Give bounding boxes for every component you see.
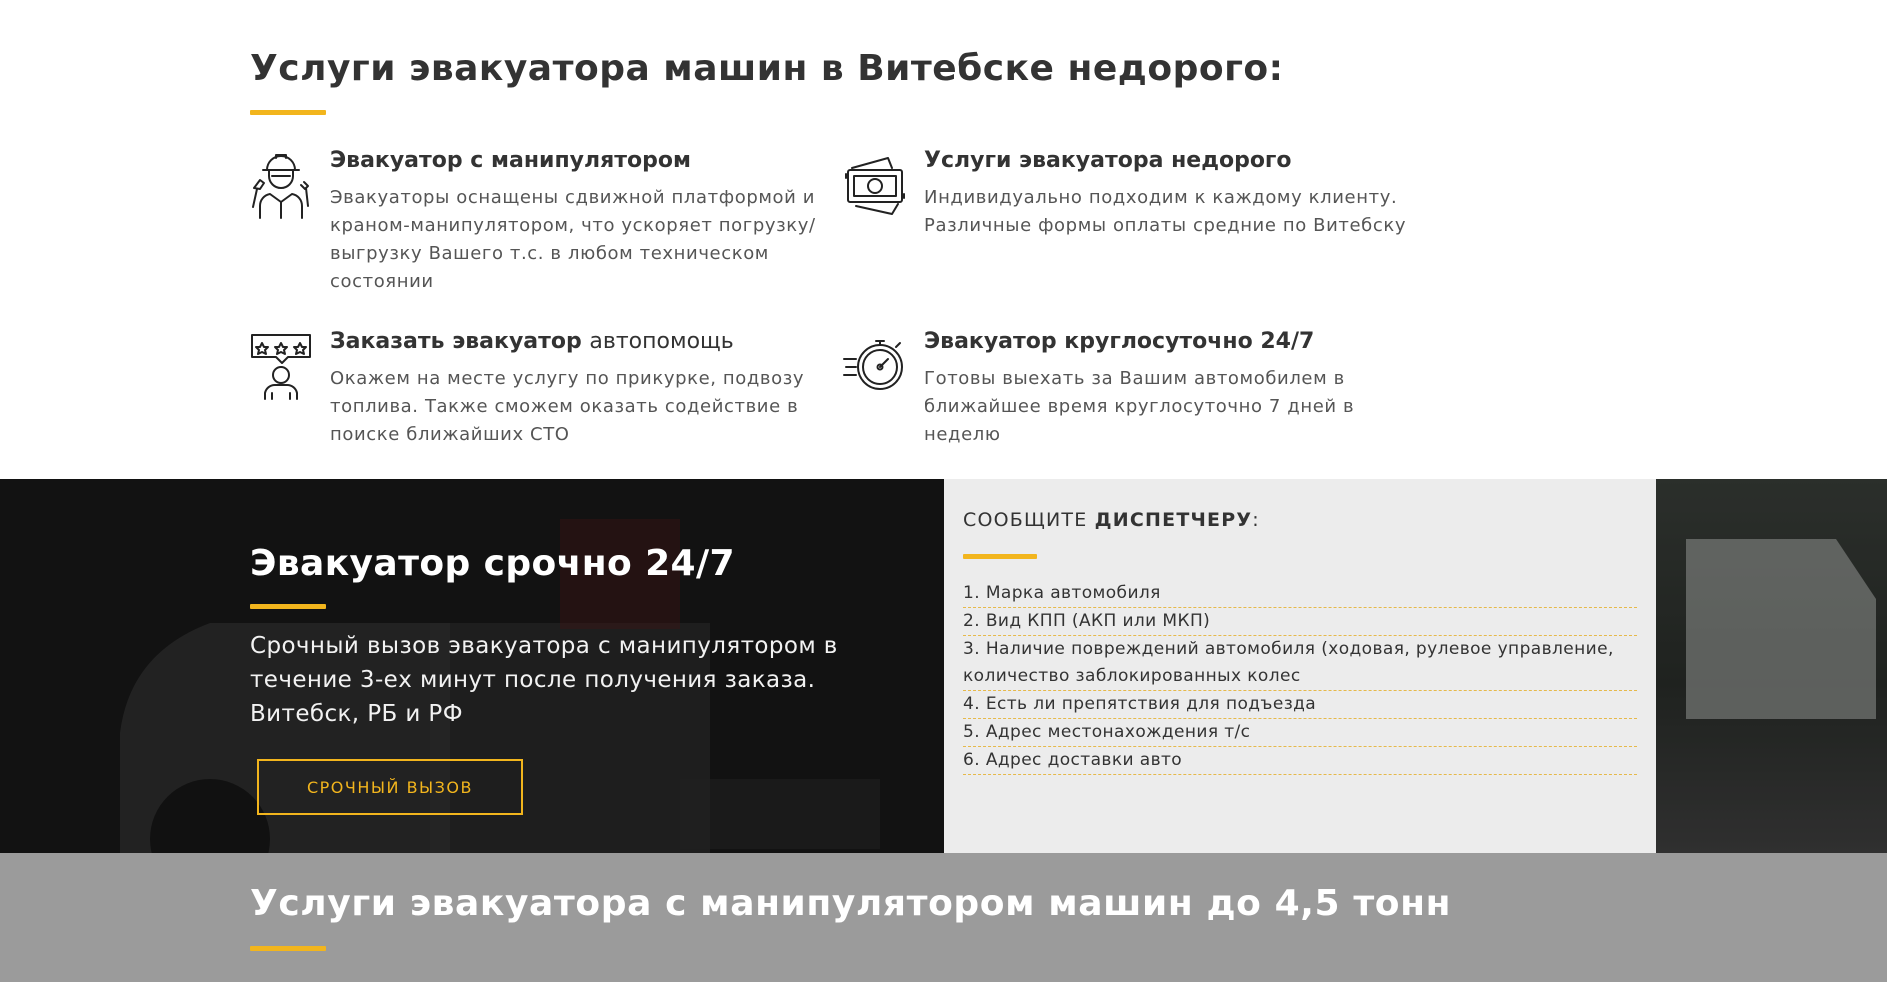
list-item: 1. Марка автомобиля: [963, 580, 1637, 608]
feature-title: Эвакуатор круглосуточно 24/7: [924, 329, 1315, 354]
urgent-banner: Эвакуатор срочно 24/7 Срочный вызов эвак…: [0, 479, 1887, 853]
capacity-title: Услуги эвакуатора с манипулятором машин …: [250, 883, 1452, 924]
list-item: 5. Адрес местонахождения т/с: [963, 719, 1637, 747]
dispatcher-panel: СООБЩИТЕ ДИСПЕТЧЕРУ: 1. Марка автомобиля…: [944, 479, 1656, 853]
banner-title: Эвакуатор срочно 24/7: [250, 543, 735, 584]
feature-title: Эвакуатор с манипулятором: [330, 148, 691, 173]
list-item: 3. Наличие повреждений автомобиля (ходов…: [963, 636, 1637, 691]
money-icon: [842, 148, 908, 220]
list-item: 6. Адрес доставки авто: [963, 747, 1637, 775]
list-item: 4. Есть ли препятствия для подъезда: [963, 691, 1637, 719]
feature-text: Индивидуально подходим к каждому клиенту…: [924, 187, 1407, 236]
rating-person-icon: [248, 329, 314, 401]
car-background-image: [1656, 479, 1887, 853]
title-underline: [250, 110, 326, 115]
capacity-section: Услуги эвакуатора с манипулятором машин …: [0, 853, 1887, 982]
stopwatch-icon: [842, 329, 908, 401]
feature-text: Готовы выехать за Вашим автомобилем в бл…: [924, 368, 1355, 445]
services-section: Услуги эвакуатора машин в Витебске недор…: [0, 0, 1887, 479]
banner-underline: [250, 604, 326, 609]
urgent-call-button[interactable]: СРОЧНЫЙ ВЫЗОВ: [257, 759, 523, 815]
feature-title: Услуги эвакуатора недорого: [924, 148, 1292, 173]
list-item: 2. Вид КПП (АКП или МКП): [963, 608, 1637, 636]
services-title: Услуги эвакуатора машин в Витебске недор…: [250, 48, 1284, 89]
dispatcher-list: 1. Марка автомобиля 2. Вид КПП (АКП или …: [963, 580, 1637, 775]
capacity-underline: [250, 946, 326, 951]
feature-text: Эвакуаторы оснащены сдвижной платформой …: [330, 187, 816, 292]
dispatcher-underline: [963, 554, 1037, 559]
dispatcher-title: СООБЩИТЕ ДИСПЕТЧЕРУ:: [963, 509, 1260, 531]
feature-title: Заказать эвакуатор автопомощь: [330, 329, 734, 354]
banner-text: Срочный вызов эвакуатора с манипулятором…: [250, 633, 838, 727]
feature-text: Окажем на месте услугу по прикурке, подв…: [330, 368, 805, 445]
mechanic-icon: [248, 148, 314, 220]
